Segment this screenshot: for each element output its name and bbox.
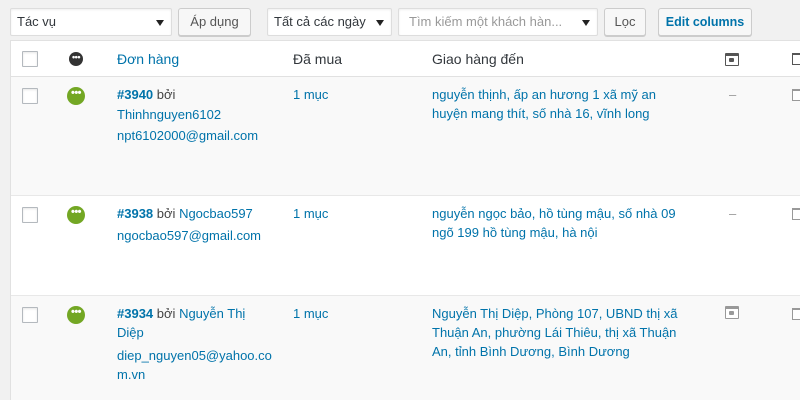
customer-email[interactable]: ngocbao597@gmail.com	[117, 226, 261, 246]
table-header: ••• Đơn hàng Đã mua Giao hàng đến	[11, 41, 800, 77]
chevron-down-icon	[582, 20, 590, 26]
row-checkbox[interactable]	[22, 307, 38, 323]
row-checkbox[interactable]	[22, 207, 38, 223]
order-by: bởi	[156, 206, 176, 221]
customer-email[interactable]: npt6102000@gmail.com	[117, 126, 258, 146]
purchased-count[interactable]: 1 mục	[293, 204, 328, 224]
order-title[interactable]: #3938 bởi Ngocbao597	[117, 204, 253, 224]
order-by: bởi	[156, 87, 176, 102]
status-column-icon: •••	[69, 52, 83, 66]
ship-address-line[interactable]: nguyễn ngọc bảo, hồ tùng mậu, số nhà 09	[432, 204, 676, 224]
customer-name[interactable]: Thinhnguyen6102	[117, 105, 221, 125]
purchased-count[interactable]: 1 mục	[293, 85, 328, 105]
table-row: ••• #3938 bởi Ngocbao597 ngocbao597@gmai…	[11, 196, 800, 296]
order-title[interactable]: #3940 bởi	[117, 85, 175, 105]
select-all-checkbox[interactable]	[22, 51, 38, 67]
customer-name[interactable]: Nguyễn Thị	[179, 306, 245, 321]
shipping-column-icon	[725, 53, 739, 66]
order-number[interactable]: #3938	[117, 206, 153, 221]
shipping-method: –	[729, 87, 737, 102]
row-checkbox[interactable]	[22, 88, 38, 104]
date-filter-value: Tất cả các ngày	[274, 14, 366, 29]
purchased-count[interactable]: 1 mục	[293, 304, 328, 324]
table-row: ••• #3940 bởi Thinhnguyen6102 npt6102000…	[11, 77, 800, 196]
ship-address-line[interactable]: An, tỉnh Bình Dương, Bình Dương	[432, 342, 630, 362]
shipping-method: –	[729, 206, 737, 221]
actions-icon[interactable]	[792, 89, 800, 101]
shipping-icon	[725, 306, 739, 319]
customer-name[interactable]: Ngocbao597	[179, 206, 253, 221]
order-title[interactable]: #3934 bởi Nguyễn Thị	[117, 304, 245, 324]
status-icon: •••	[67, 87, 85, 105]
filter-button[interactable]: Lọc	[604, 8, 646, 36]
customer-search-placeholder: Tìm kiếm một khách hàn...	[409, 14, 563, 29]
actions-column-icon	[792, 53, 800, 65]
order-number[interactable]: #3940	[117, 87, 153, 102]
chevron-down-icon	[376, 20, 384, 26]
edit-columns-button[interactable]: Edit columns	[658, 8, 752, 36]
status-icon: •••	[67, 206, 85, 224]
customer-email-cont[interactable]: m.vn	[117, 365, 145, 385]
status-icon: •••	[67, 306, 85, 324]
ship-address-line[interactable]: Thuận An, phường Lái Thiêu, thị xã Thuận	[432, 323, 676, 343]
column-order[interactable]: Đơn hàng	[117, 41, 179, 77]
table-row: ••• #3934 bởi Nguyễn Thị Diệp diep_nguye…	[11, 296, 800, 400]
column-ship-to: Giao hàng đến	[432, 51, 524, 67]
actions-icon[interactable]	[792, 308, 800, 320]
bulk-action-value: Tác vụ	[17, 14, 57, 29]
bulk-action-select[interactable]: Tác vụ	[10, 8, 172, 36]
orders-table: ••• Đơn hàng Đã mua Giao hàng đến ••• #3…	[10, 40, 800, 400]
chevron-down-icon	[156, 20, 164, 26]
customer-email[interactable]: diep_nguyen05@yahoo.co	[117, 346, 272, 366]
customer-name-cont[interactable]: Diệp	[117, 323, 144, 343]
actions-icon[interactable]	[792, 208, 800, 220]
ship-address-line[interactable]: ngõ 199 hồ tùng mậu, hà nội	[432, 223, 598, 243]
column-purchased: Đã mua	[293, 51, 343, 67]
order-by: bởi	[156, 306, 176, 321]
customer-search-select[interactable]: Tìm kiếm một khách hàn...	[398, 8, 598, 36]
tablenav-top: Tác vụ Áp dụng Tất cả các ngày Tìm kiếm …	[0, 0, 800, 40]
apply-button[interactable]: Áp dụng	[178, 8, 251, 36]
ship-address-line[interactable]: nguyễn thịnh, ấp an hương 1 xã mỹ an	[432, 85, 656, 105]
ship-address-line[interactable]: Nguyễn Thị Diệp, Phòng 107, UBND thị xã	[432, 304, 677, 324]
date-filter-select[interactable]: Tất cả các ngày	[267, 8, 392, 36]
ship-address-line[interactable]: huyện mang thít, số nhà 16, vĩnh long	[432, 104, 650, 124]
order-number[interactable]: #3934	[117, 306, 153, 321]
